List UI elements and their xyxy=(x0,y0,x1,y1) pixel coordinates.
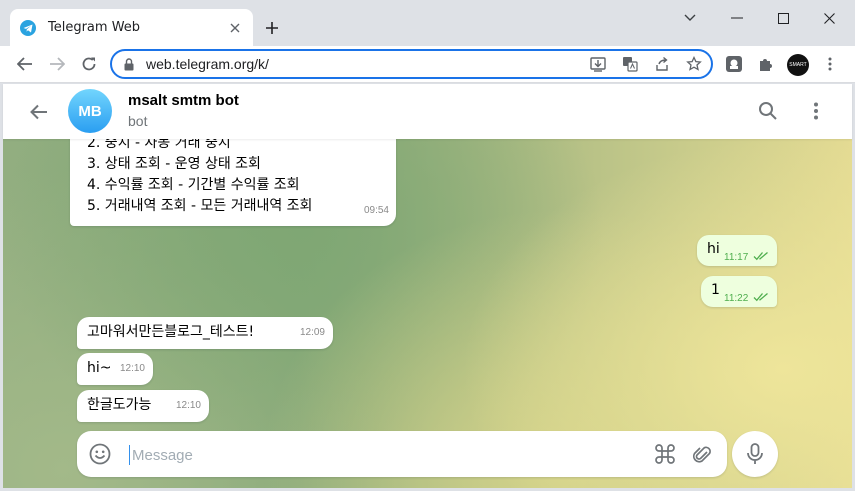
message-text: hi~ xyxy=(87,360,112,376)
more-vert-icon[interactable] xyxy=(804,99,828,123)
bookmark-star-icon[interactable] xyxy=(685,55,703,73)
message-time: 12:09 xyxy=(299,327,325,338)
browser-tab-telegram[interactable]: Telegram Web xyxy=(10,9,253,46)
share-icon[interactable] xyxy=(653,55,671,73)
more-vert-icon[interactable] xyxy=(820,54,840,74)
profile-avatar[interactable]: SMART xyxy=(787,54,809,76)
message-input[interactable] xyxy=(129,445,609,465)
message-time: 11:17 xyxy=(724,252,749,263)
double-check-icon xyxy=(753,293,768,302)
menu-line: 4. 수익률 조회 - 기간별 수익률 조회 xyxy=(87,177,300,193)
double-check-icon xyxy=(753,252,768,261)
maximize-icon[interactable] xyxy=(771,8,795,28)
message-bubble-menu[interactable]: 2. 중지 - 자동 거래 중지 3. 상태 조회 - 운영 상태 조회 4. … xyxy=(70,139,396,226)
reload-icon[interactable] xyxy=(78,53,100,75)
menu-line: 3. 상태 조회 - 운영 상태 조회 xyxy=(87,156,261,172)
back-arrow-icon[interactable] xyxy=(14,53,36,75)
message-bubble-incoming[interactable]: 한글도가능 12:10 xyxy=(77,390,209,422)
message-text: 한글도가능 xyxy=(87,397,152,413)
url-text[interactable]: web.telegram.org/k/ xyxy=(146,56,269,72)
message-time: 12:10 xyxy=(119,363,145,374)
menu-line: 5. 거래내역 조회 - 모든 거래내역 조회 xyxy=(87,198,313,214)
chat-title[interactable]: msalt smtm bot xyxy=(128,92,239,109)
attach-paperclip-icon[interactable] xyxy=(690,442,714,466)
chat-avatar[interactable]: MB xyxy=(68,89,112,133)
message-bubble-incoming[interactable]: 고마워서만든블로그_테스트! 12:09 xyxy=(77,317,333,349)
close-window-icon[interactable] xyxy=(817,8,841,28)
new-tab-icon[interactable] xyxy=(262,18,282,38)
message-time: 12:10 xyxy=(175,400,201,411)
message-bubble-outgoing[interactable]: 1 11:22 xyxy=(701,276,777,307)
menu-line: 2. 중지 - 자동 거래 중지 xyxy=(87,139,231,151)
message-text: 1 xyxy=(711,282,720,298)
extensions-puzzle-icon[interactable] xyxy=(756,54,776,74)
tab-search-chevron-icon[interactable] xyxy=(678,8,702,28)
tab-title: Telegram Web xyxy=(48,20,141,35)
message-text: 고마워서만든블로그_테스트! xyxy=(87,324,255,340)
message-time: 09:54 xyxy=(363,205,389,216)
browser-tabstrip: Telegram Web xyxy=(0,0,855,46)
message-bubble-incoming[interactable]: hi~ 12:10 xyxy=(77,353,153,385)
message-bubble-outgoing[interactable]: hi 11:17 xyxy=(697,235,777,266)
close-tab-icon[interactable] xyxy=(227,20,243,36)
message-text: hi xyxy=(707,241,720,257)
minimize-icon[interactable] xyxy=(725,8,749,28)
chat-header: MB msalt smtm bot bot xyxy=(3,84,852,139)
message-composer xyxy=(77,431,727,477)
extension-icon[interactable] xyxy=(724,54,744,74)
install-app-icon[interactable] xyxy=(589,55,607,73)
command-icon[interactable] xyxy=(653,442,677,466)
emoji-smile-icon[interactable] xyxy=(88,442,112,466)
message-time: 11:22 xyxy=(724,293,749,304)
chat-area: 2. 중지 - 자동 거래 중지 3. 상태 조회 - 운영 상태 조회 4. … xyxy=(3,139,852,488)
microphone-button[interactable] xyxy=(732,431,778,477)
search-icon[interactable] xyxy=(756,99,780,123)
browser-toolbar: web.telegram.org/k/ xyxy=(0,46,855,83)
lock-icon[interactable] xyxy=(124,57,134,71)
address-bar[interactable]: web.telegram.org/k/ xyxy=(110,49,713,79)
telegram-icon xyxy=(20,19,36,36)
translate-icon[interactable] xyxy=(621,55,639,73)
chat-status: bot xyxy=(128,113,148,129)
forward-arrow-icon[interactable] xyxy=(46,53,68,75)
back-arrow-icon[interactable] xyxy=(27,100,51,124)
microphone-icon xyxy=(746,443,764,465)
